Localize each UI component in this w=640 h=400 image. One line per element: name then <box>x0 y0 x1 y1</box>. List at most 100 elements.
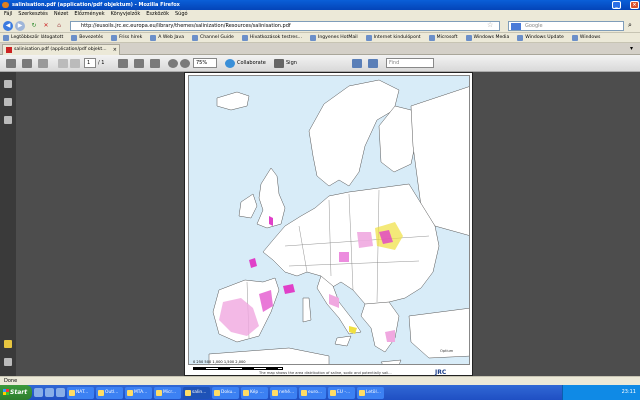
taskbar-item[interactable]: EU -... <box>328 386 355 399</box>
taskbar: Start NAT... Outl... MTA... Micr... sali… <box>0 385 640 400</box>
clock[interactable]: 23:11 <box>622 389 636 395</box>
map-caption: The map shows the area distribution of s… <box>259 371 392 375</box>
menu-view[interactable]: Nézet <box>54 10 68 19</box>
search-placeholder: Google <box>525 23 543 29</box>
back-button[interactable]: ◀ <box>3 21 13 31</box>
land-balkans <box>360 301 400 353</box>
pages-panel-icon[interactable] <box>4 80 12 88</box>
taskbar-item[interactable]: Kép ... <box>241 386 268 399</box>
print-icon[interactable] <box>6 59 16 68</box>
bookmark-item[interactable]: Windows Media <box>465 33 509 42</box>
windows-icon <box>517 34 524 41</box>
europe-salinisation-map <box>188 75 470 365</box>
page-number-input[interactable]: 1 <box>84 58 96 68</box>
pdf-page: Optium 0 250 500 1,000 1,500 2,000 The m… <box>184 72 473 376</box>
pdf-icon <box>6 47 12 53</box>
rss-icon <box>111 34 118 41</box>
menu-history[interactable]: Előzmények <box>74 10 104 19</box>
land-sardinia <box>302 297 312 323</box>
collaborate-icon[interactable] <box>225 59 235 68</box>
url-input[interactable]: http://eusoils.jrc.ec.europa.eu/library/… <box>70 21 500 31</box>
title-bar: salinisation.pdf (application/pdf objekt… <box>0 0 640 10</box>
search-go-icon[interactable]: ⌕ <box>628 21 632 30</box>
taskbar-item[interactable]: nehé... <box>270 386 297 399</box>
fit-page-icon[interactable] <box>352 59 362 68</box>
bookmark-item[interactable]: Channel Guide <box>192 33 234 42</box>
select-text-icon[interactable] <box>118 59 128 68</box>
home-icon[interactable]: ⌂ <box>54 21 64 31</box>
land-crete <box>380 359 402 364</box>
bookmark-star-icon[interactable]: ☆ <box>487 21 493 29</box>
tab-list-icon[interactable]: ▾ <box>630 45 633 52</box>
bookmark-item[interactable]: Friss hírek <box>111 33 142 42</box>
marquee-zoom-icon[interactable] <box>150 59 160 68</box>
close-window-button[interactable]: × <box>630 1 639 9</box>
bookmark-item[interactable]: Windows <box>571 33 600 42</box>
save-icon[interactable] <box>22 59 32 68</box>
stop-icon[interactable]: ✕ <box>41 21 51 31</box>
menu-file[interactable]: Fájl <box>4 10 12 19</box>
attachment-clip-icon[interactable] <box>4 358 12 366</box>
hand-tool-icon[interactable] <box>134 59 144 68</box>
google-icon <box>511 23 521 30</box>
taskbar-item[interactable]: MTA... <box>125 386 152 399</box>
taskbar-item[interactable]: Doku... <box>212 386 239 399</box>
bookmark-icon <box>465 34 472 41</box>
bookmark-icon <box>192 34 199 41</box>
menu-help[interactable]: Súgó <box>175 10 188 19</box>
collaborate-button[interactable]: Collaborate <box>237 59 266 68</box>
taskbar-item[interactable]: Outl... <box>96 386 123 399</box>
quicklaunch-outlook-icon[interactable] <box>56 388 65 397</box>
reload-icon[interactable]: ↻ <box>29 21 39 31</box>
bookmark-item[interactable]: Legtöbbször látogatott <box>3 33 63 42</box>
full-screen-icon[interactable] <box>368 59 378 68</box>
windows-icon <box>571 34 578 41</box>
email-icon[interactable] <box>38 59 48 68</box>
layers-panel-icon[interactable] <box>4 98 12 106</box>
bookmark-item[interactable]: Ingyenes HotMail <box>309 33 358 42</box>
prev-page-icon[interactable] <box>58 59 68 68</box>
close-tab-icon[interactable]: × <box>113 45 117 55</box>
bookmark-item[interactable]: Bevezetés <box>71 33 103 42</box>
bookmark-folder-icon <box>3 34 9 41</box>
page-total: / 1 <box>98 60 105 66</box>
window-title: salinisation.pdf (application/pdf objekt… <box>12 2 180 8</box>
next-page-icon[interactable] <box>70 59 80 68</box>
bookmark-item[interactable]: Microsoft <box>428 33 458 42</box>
bookmarks-toolbar: Legtöbbször látogatott Bevezetés Friss h… <box>0 33 640 43</box>
system-tray: 23:11 <box>562 385 640 400</box>
taskbar-item-active[interactable]: salin... <box>183 386 210 399</box>
quicklaunch-ie-icon[interactable] <box>45 388 54 397</box>
find-input[interactable]: Find <box>386 58 434 68</box>
taskbar-item[interactable]: NAT... <box>67 386 94 399</box>
attachments-panel-icon[interactable] <box>4 116 12 124</box>
zoom-select[interactable]: 75% <box>193 58 217 68</box>
menu-edit[interactable]: Szerkesztés <box>18 10 48 19</box>
zoom-in-icon[interactable] <box>180 59 190 68</box>
menu-bookmarks[interactable]: Könyvjelzők <box>111 10 141 19</box>
bookmark-item[interactable]: Internet kindulópont <box>365 33 421 42</box>
taskbar-item[interactable]: Letöl... <box>357 386 384 399</box>
tab-salinisation[interactable]: salinisation.pdf (application/pdf objekt… <box>2 44 120 55</box>
europe-map-graphic <box>208 79 469 364</box>
pdf-toolbar: 1 / 1 75% Collaborate Sign Find <box>0 55 640 72</box>
land-continent <box>262 183 440 315</box>
url-text: http://eusoils.jrc.ec.europa.eu/library/… <box>81 23 291 29</box>
bookmark-icon <box>365 34 372 41</box>
bookmark-item[interactable]: A Web Java <box>150 33 184 42</box>
zoom-out-icon[interactable] <box>168 59 178 68</box>
taskbar-item[interactable]: euro... <box>299 386 326 399</box>
comments-panel-icon[interactable] <box>4 340 12 348</box>
bookmark-item[interactable]: Windows Update <box>517 33 564 42</box>
menu-tools[interactable]: Eszközök <box>146 10 169 19</box>
start-button[interactable]: Start <box>0 385 32 400</box>
status-bar: Done <box>0 376 640 385</box>
sign-button[interactable]: Sign <box>286 59 297 68</box>
taskbar-item[interactable]: Micr... <box>154 386 181 399</box>
bookmark-item[interactable]: Hivatkozások testres... <box>241 33 302 42</box>
forward-button[interactable]: ▶ <box>15 21 25 31</box>
minimize-button[interactable]: _ <box>612 1 621 9</box>
sign-pen-icon[interactable] <box>274 59 284 68</box>
quicklaunch-desktop-icon[interactable] <box>34 388 43 397</box>
search-input[interactable]: Google <box>508 21 624 31</box>
